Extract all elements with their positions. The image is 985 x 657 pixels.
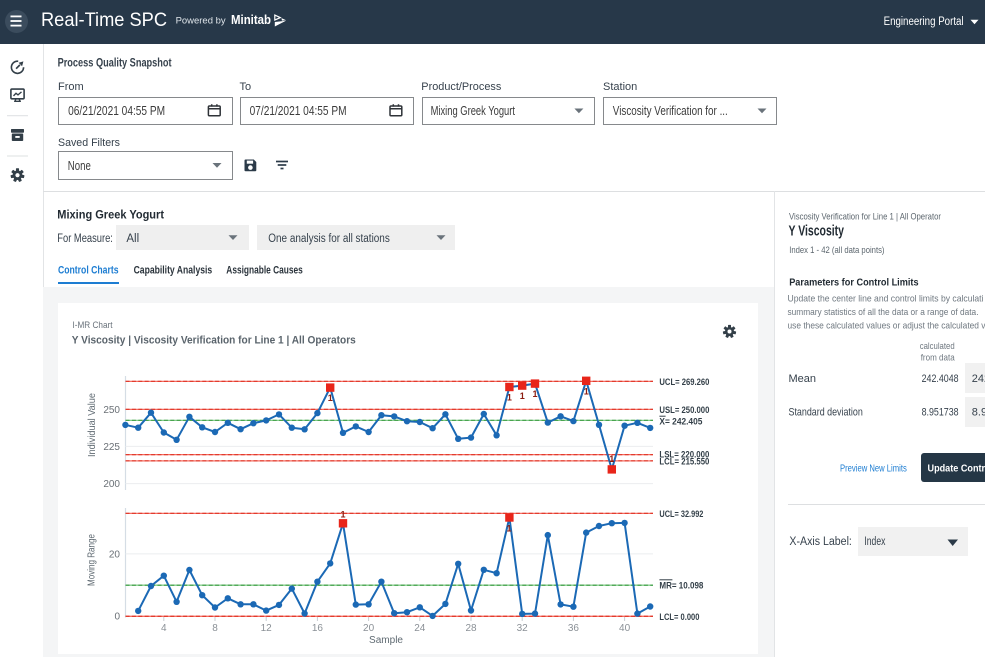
svg-text:summary statistics of all the: summary statistics of all the data or a … — [788, 307, 979, 318]
svg-text:Viscosity Verification for Lin: Viscosity Verification for Line 1 | All … — [789, 211, 941, 222]
svg-text:calculated: calculated — [920, 341, 955, 352]
svg-text:Standard deviation: Standard deviation — [789, 407, 863, 419]
svg-text:Process Quality Snapshot: Process Quality Snapshot — [58, 58, 172, 70]
svg-text:Y Viscosity: Y Viscosity — [789, 223, 845, 239]
svg-text:Product/Process: Product/Process — [421, 81, 501, 93]
svg-text:Saved Filters: Saved Filters — [58, 137, 120, 149]
svg-text:use these calculated values or: use these calculated values or adjust th… — [788, 321, 985, 332]
svg-text:Control Charts: Control Charts — [58, 265, 119, 277]
svg-text:Preview New Limits: Preview New Limits — [840, 464, 907, 475]
svg-text:To: To — [240, 81, 252, 93]
svg-text:Update the center line and con: Update the center line and control limit… — [788, 293, 984, 304]
svg-text:Mixing Greek Yogurt: Mixing Greek Yogurt — [57, 207, 164, 221]
svg-text:from data: from data — [921, 352, 956, 363]
svg-text:For Measure:: For Measure: — [57, 233, 113, 245]
svg-text:Capability Analysis: Capability Analysis — [134, 265, 213, 277]
svg-text:Station: Station — [603, 81, 637, 93]
svg-text:X-Axis Label:: X-Axis Label: — [789, 536, 852, 548]
svg-text:242.4048: 242.4048 — [922, 373, 959, 385]
svg-text:Index 1 - 42 (all data points): Index 1 - 42 (all data points) — [789, 245, 884, 256]
svg-text:Parameters for Control Limits: Parameters for Control Limits — [789, 277, 919, 288]
svg-text:From: From — [58, 81, 84, 93]
svg-text:Mean: Mean — [789, 373, 817, 385]
svg-text:8.951738: 8.951738 — [922, 407, 959, 419]
svg-text:Assignable Causes: Assignable Causes — [226, 265, 302, 277]
